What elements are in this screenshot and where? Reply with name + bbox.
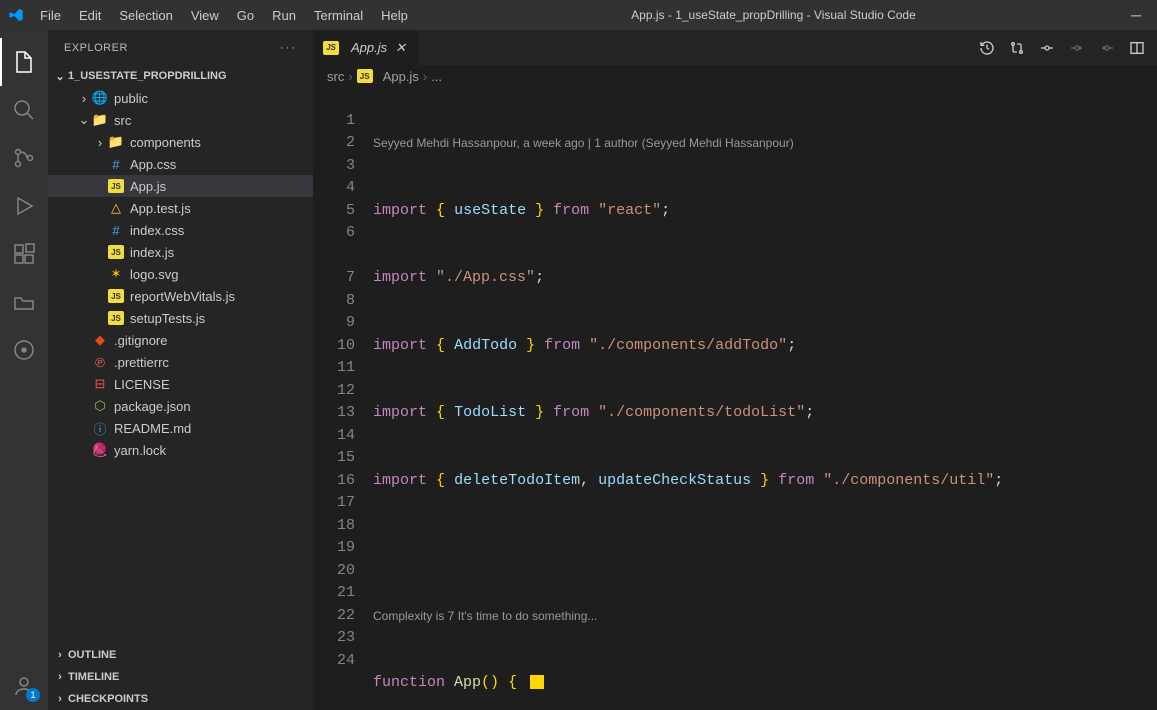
crumb-more[interactable]: ... xyxy=(431,69,442,84)
folder-icon: 📁 xyxy=(108,134,124,150)
chevron-right-icon: › xyxy=(52,693,68,705)
test-file-icon: △ xyxy=(108,200,124,216)
window-title: App.js - 1_useState_propDrilling - Visua… xyxy=(416,8,1131,22)
chevron-down-icon: ⌄ xyxy=(76,112,92,128)
activity-run-debug[interactable] xyxy=(0,182,48,230)
js-file-icon: JS xyxy=(108,288,124,304)
markdown-file-icon: ⓘ xyxy=(92,420,108,436)
js-file-icon: JS xyxy=(108,178,124,194)
css-file-icon: # xyxy=(108,222,124,238)
tree-file-setuptests[interactable]: JS setupTests.js xyxy=(48,307,313,329)
activity-explorer[interactable] xyxy=(0,38,48,86)
license-file-icon: ⊟ xyxy=(92,376,108,392)
chevron-right-icon: › xyxy=(76,91,92,106)
activity-files[interactable] xyxy=(0,278,48,326)
titlebar: File Edit Selection View Go Run Terminal… xyxy=(0,0,1157,30)
prettier-file-icon: ℗ xyxy=(92,354,108,370)
crumb-file[interactable]: App.js xyxy=(383,69,419,84)
tree-file-apptest[interactable]: △ App.test.js xyxy=(48,197,313,219)
folder-icon: 📁 xyxy=(92,112,108,128)
activity-accounts[interactable]: 1 xyxy=(0,662,48,710)
json-file-icon: ⬡ xyxy=(92,398,108,414)
codelens-author[interactable]: Seyyed Mehdi Hassanpour, a week ago | 1 … xyxy=(373,132,1137,155)
code-editor[interactable]: 1 2 3 4 5 6 7 8 9 10 11 12 13 14 15 16 1… xyxy=(313,87,1157,710)
tree-folder-public[interactable]: › 🌐 public xyxy=(48,87,313,109)
tree-file-packagejson[interactable]: ⬡ package.json xyxy=(48,395,313,417)
folder-icon: 🌐 xyxy=(92,90,108,106)
crumb-src[interactable]: src xyxy=(327,69,344,84)
git-compare-icon[interactable] xyxy=(1009,40,1025,56)
workspace-header[interactable]: ⌄ 1_USESTATE_PROPDRILLING xyxy=(48,65,313,87)
activity-extensions[interactable] xyxy=(0,230,48,278)
commit-icon[interactable] xyxy=(1039,40,1055,56)
tree-file-readme[interactable]: ⓘ README.md xyxy=(48,417,313,439)
editor-area: JS App.js ✕ src › JS App.js › ... xyxy=(313,30,1157,710)
menu-go[interactable]: Go xyxy=(229,4,262,27)
activity-search[interactable] xyxy=(0,86,48,134)
menubar: File Edit Selection View Go Run Terminal… xyxy=(32,4,416,27)
css-file-icon: # xyxy=(108,156,124,172)
sidebar-more-icon[interactable]: ··· xyxy=(280,42,297,54)
tree-file-appcss[interactable]: # App.css xyxy=(48,153,313,175)
outline-header[interactable]: › OUTLINE xyxy=(48,644,313,666)
tree-file-appjs[interactable]: JS App.js xyxy=(48,175,313,197)
tree-file-gitignore[interactable]: ◆ .gitignore xyxy=(48,329,313,351)
code-content[interactable]: Seyyed Mehdi Hassanpour, a week ago | 1 … xyxy=(373,87,1157,710)
minimize-icon[interactable]: ─ xyxy=(1131,7,1141,23)
chevron-right-icon: › xyxy=(52,649,68,661)
activity-git-graph[interactable] xyxy=(0,326,48,374)
menu-edit[interactable]: Edit xyxy=(71,4,109,27)
checkpoints-header[interactable]: › CHECKPOINTS xyxy=(48,688,313,710)
js-file-icon: JS xyxy=(108,244,124,260)
tree-file-yarnlock[interactable]: 🧶 yarn.lock xyxy=(48,439,313,461)
split-editor-icon[interactable] xyxy=(1129,40,1145,56)
editor-actions xyxy=(967,30,1157,65)
chevron-right-icon: › xyxy=(52,671,68,683)
menu-terminal[interactable]: Terminal xyxy=(306,4,371,27)
js-file-icon: JS xyxy=(108,310,124,326)
activity-source-control[interactable] xyxy=(0,134,48,182)
tree-file-reportwebvitals[interactable]: JS reportWebVitals.js xyxy=(48,285,313,307)
tree-file-logosvg[interactable]: ✶ logo.svg xyxy=(48,263,313,285)
next-commit-icon[interactable] xyxy=(1069,40,1085,56)
sidebar-title: EXPLORER ··· xyxy=(48,30,313,65)
history-icon[interactable] xyxy=(979,40,995,56)
js-file-icon: JS xyxy=(323,40,339,56)
lint-warning-icon[interactable] xyxy=(530,675,544,689)
tabs-bar: JS App.js ✕ xyxy=(313,30,1157,65)
tree-file-license[interactable]: ⊟ LICENSE xyxy=(48,373,313,395)
menu-selection[interactable]: Selection xyxy=(111,4,180,27)
tree-file-indexjs[interactable]: JS index.js xyxy=(48,241,313,263)
lock-file-icon: 🧶 xyxy=(92,442,108,458)
menu-file[interactable]: File xyxy=(32,4,69,27)
accounts-badge: 1 xyxy=(26,688,40,702)
line-numbers: 1 2 3 4 5 6 7 8 9 10 11 12 13 14 15 16 1… xyxy=(313,87,373,710)
chevron-down-icon: ⌄ xyxy=(52,70,68,83)
window-controls: ─ xyxy=(1131,7,1149,23)
tab-appjs[interactable]: JS App.js ✕ xyxy=(313,30,419,65)
chevron-right-icon: › xyxy=(423,69,427,84)
close-icon[interactable]: ✕ xyxy=(393,38,408,58)
sidebar: EXPLORER ··· ⌄ 1_USESTATE_PROPDRILLING ›… xyxy=(48,30,313,710)
breadcrumbs[interactable]: src › JS App.js › ... xyxy=(313,65,1157,87)
tree-folder-src[interactable]: ⌄ 📁 src xyxy=(48,109,313,131)
tab-label: App.js xyxy=(351,40,387,55)
activity-bar: 1 xyxy=(0,30,48,710)
tree-folder-components[interactable]: › 📁 components xyxy=(48,131,313,153)
chevron-right-icon: › xyxy=(348,69,352,84)
menu-run[interactable]: Run xyxy=(264,4,304,27)
git-file-icon: ◆ xyxy=(92,332,108,348)
file-tree: › 🌐 public ⌄ 📁 src › 📁 components # App.… xyxy=(48,87,313,644)
menu-help[interactable]: Help xyxy=(373,4,416,27)
codelens-complexity[interactable]: Complexity is 7 It's time to do somethin… xyxy=(373,605,1137,628)
menu-view[interactable]: View xyxy=(183,4,227,27)
tree-file-indexcss[interactable]: # index.css xyxy=(48,219,313,241)
tree-file-prettierrc[interactable]: ℗ .prettierrc xyxy=(48,351,313,373)
chevron-right-icon: › xyxy=(92,135,108,150)
vscode-logo-icon xyxy=(8,7,24,23)
svg-file-icon: ✶ xyxy=(108,266,124,282)
prev-commit-icon[interactable] xyxy=(1099,40,1115,56)
timeline-header[interactable]: › TIMELINE xyxy=(48,666,313,688)
js-file-icon: JS xyxy=(357,68,373,84)
